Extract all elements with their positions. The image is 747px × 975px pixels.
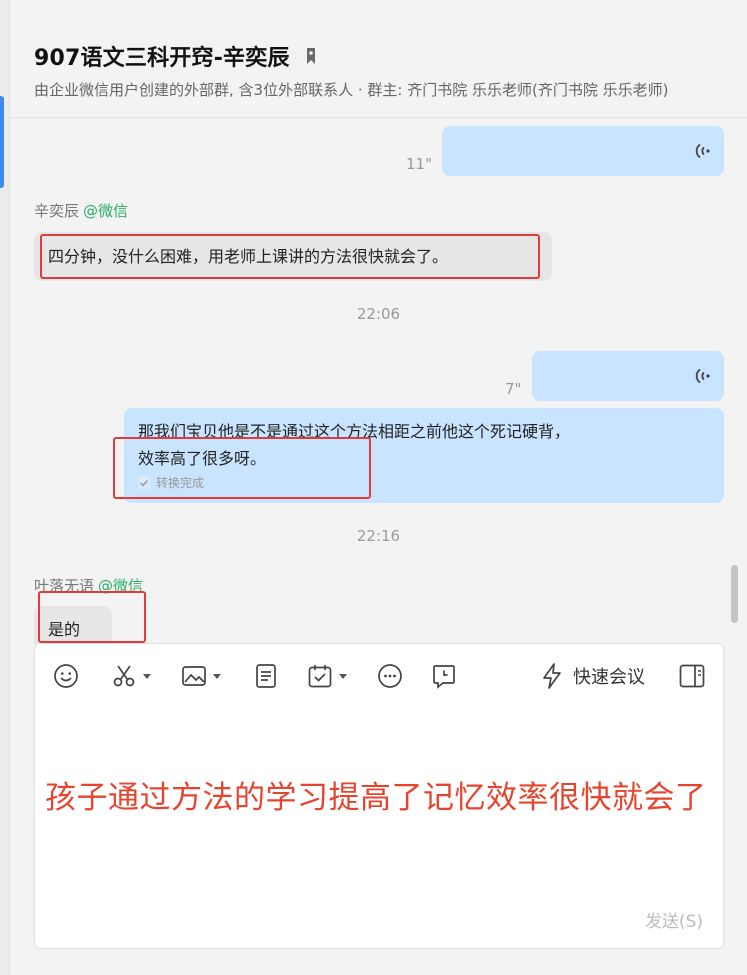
voice-message[interactable] <box>442 126 724 176</box>
annotation-box <box>38 591 146 643</box>
voice-icon <box>694 142 712 160</box>
quick-meeting-button[interactable]: 快速会议 <box>541 662 645 690</box>
title-row: 907语文三科开窍-辛奕辰 <box>34 40 318 72</box>
voice-duration: 11" <box>406 155 432 173</box>
image-icon <box>182 666 206 686</box>
wechat-source: @微信 <box>83 202 129 220</box>
annotation-box <box>113 437 371 499</box>
chevron-down-icon[interactable] <box>213 673 221 679</box>
annotation-box <box>40 234 540 279</box>
send-button[interactable]: 发送(S) <box>645 907 703 932</box>
sender-label: 辛奕辰 @微信 <box>34 200 128 221</box>
voice-icon <box>694 367 712 385</box>
draft-text[interactable]: 孩子通过方法的学习提高了记忆效率很快就会了 <box>45 772 707 817</box>
more-icon <box>378 664 402 688</box>
voice-message[interactable] <box>532 351 724 401</box>
more-button[interactable] <box>377 662 403 690</box>
sidebar-toggle-button[interactable] <box>679 664 705 692</box>
quick-meeting-label: 快速会议 <box>573 667 645 688</box>
chat-scrollbar[interactable] <box>731 565 738 623</box>
image-button[interactable] <box>181 662 221 690</box>
emoji-icon <box>54 664 78 688</box>
chevron-down-icon[interactable] <box>339 673 347 679</box>
timestamp: 22:16 <box>356 527 401 545</box>
document-button[interactable] <box>253 662 279 690</box>
chat-header: 907语文三科开窍-辛奕辰 由企业微信用户创建的外部群, 含3位外部联系人 · … <box>10 0 747 118</box>
group-title[interactable]: 907语文三科开窍-辛奕辰 <box>34 40 290 72</box>
composer-toolbar: 快速会议 <box>35 658 723 694</box>
sender-name: 辛奕辰 <box>34 202 80 220</box>
message-list[interactable]: 11" 辛奕辰 @微信 四分钟，没什么困难，用老师上课讲的方法很快就会了。 22:… <box>10 119 747 644</box>
left-rail <box>0 0 10 975</box>
lock-icon <box>304 48 318 64</box>
screenshot-button[interactable] <box>111 662 151 690</box>
calendar-icon <box>308 665 332 688</box>
message-composer[interactable]: 快速会议 孩子通过方法的学习提高了记忆效率很快就会了 发送(S) <box>34 643 724 949</box>
group-subtitle: 由企业微信用户创建的外部群, 含3位外部联系人 · 群主: 齐门书院 乐乐老师(… <box>34 81 669 99</box>
chat-history-icon <box>433 665 455 689</box>
lightning-icon <box>543 663 561 689</box>
chat-history-button[interactable] <box>431 662 457 690</box>
sidebar-toggle-icon <box>679 664 705 688</box>
scissors-icon <box>113 665 135 687</box>
chevron-down-icon[interactable] <box>143 673 151 679</box>
timestamp: 22:06 <box>356 305 401 323</box>
voice-duration: 7" <box>505 380 522 398</box>
emoji-button[interactable] <box>53 662 79 690</box>
document-icon <box>256 664 276 688</box>
schedule-button[interactable] <box>307 662 347 690</box>
active-chat-indicator <box>0 96 4 188</box>
